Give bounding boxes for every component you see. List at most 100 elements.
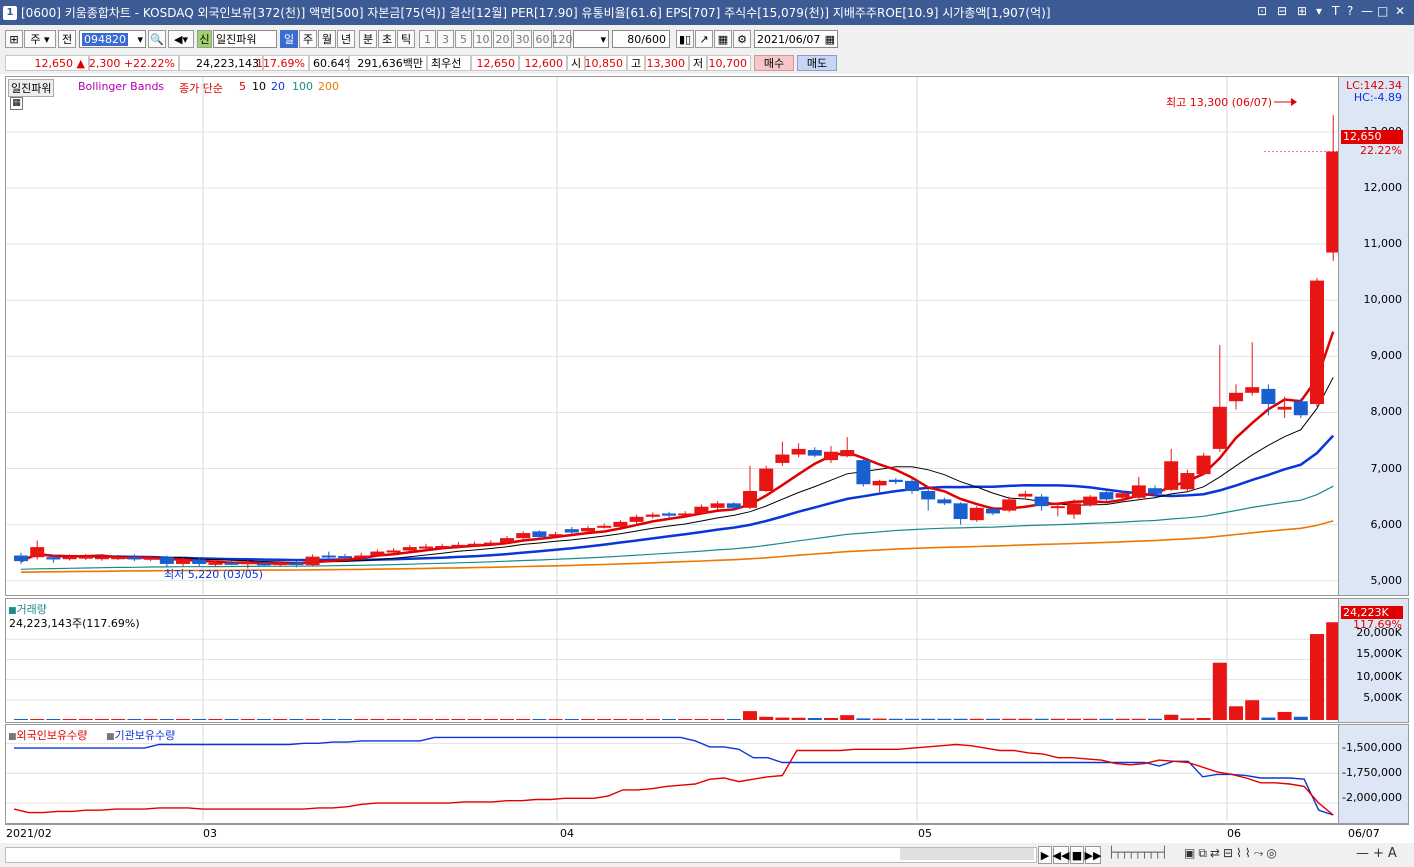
price-change: 2,300 +22.22% — [89, 55, 179, 71]
chart-tool-icon[interactable]: ↗ — [695, 30, 713, 48]
window-number-badge[interactable]: 1 — [3, 5, 17, 20]
volume-bar-23 — [386, 718, 401, 720]
interval-3-button[interactable]: 3 — [437, 30, 454, 48]
chart-tool-icons[interactable]: ▣⧉⇄⊟⌇⌇⤳◎ — [1184, 846, 1280, 861]
scroll-thumb[interactable] — [900, 848, 1034, 860]
volume-bar-10 — [176, 718, 190, 720]
stop-icon[interactable]: ■ — [1070, 846, 1084, 864]
volume-bar-16 — [273, 718, 288, 720]
interval-5-button[interactable]: 5 — [455, 30, 472, 48]
period-minute-button[interactable]: 분 — [359, 30, 377, 48]
foreign-holding-line — [13, 743, 1334, 816]
interval-select[interactable]: ▾ — [573, 30, 609, 48]
zoom-slider[interactable]: ├┬┬┬┬┬┬┬┤ — [1108, 846, 1178, 862]
inst-holding-legend[interactable]: ■기관보유수량 — [106, 727, 175, 743]
candle-body-29 — [483, 542, 498, 545]
legend-bollinger[interactable]: Bollinger Bands — [78, 80, 164, 93]
candle-body-77 — [1261, 388, 1276, 405]
legend-ma200[interactable]: 200 — [318, 80, 339, 93]
volume-bar-17 — [289, 718, 304, 720]
best-bid: 12,650 — [471, 55, 519, 71]
search-icon[interactable]: 🔍 — [148, 30, 166, 48]
foreign-holding-legend[interactable]: ■외국인보유수량 — [8, 727, 87, 743]
gear-icon[interactable]: ⚙ — [733, 30, 751, 48]
candle-body-14 — [240, 562, 255, 565]
period-month-button[interactable]: 월 — [318, 30, 336, 48]
interval-1-button[interactable]: 1 — [419, 30, 436, 48]
candle-body-38 — [629, 516, 644, 522]
close-icon[interactable]: ✕ — [1395, 4, 1405, 18]
period-second-button[interactable]: 초 — [378, 30, 396, 48]
buy-button[interactable]: 매수 — [754, 55, 794, 71]
legend-ma20[interactable]: 20 — [271, 80, 285, 93]
open-label: 시 — [567, 55, 585, 71]
volume-bar-12 — [208, 718, 223, 720]
volume-panel[interactable]: ■거래량 24,223,143주(117.69%) — [5, 598, 1339, 723]
help-icon[interactable]: ? — [1347, 4, 1353, 18]
high-label: 고 — [627, 55, 645, 71]
interval-20-button[interactable]: 20 — [493, 30, 512, 48]
candle-body-55 — [905, 480, 919, 491]
candle-body-13 — [224, 562, 239, 565]
price-panel[interactable]: 일진파워 Bollinger Bands 종가 단순 5 10 20 100 2… — [5, 76, 1339, 596]
zoom-icons[interactable]: —+A — [1356, 846, 1401, 861]
pin-icon[interactable]: ▾ — [1316, 4, 1322, 18]
price-axis[interactable]: LC:142.34 HC:-4.89 13,00012,00011,00010,… — [1339, 76, 1409, 596]
volume-bar-6 — [111, 718, 126, 720]
period-week-button[interactable]: 주 — [299, 30, 317, 48]
holding-panel[interactable]: ■외국인보유수량 ■기관보유수량 — [5, 724, 1339, 824]
volume-bar-49 — [807, 717, 822, 720]
volume-bar-31 — [516, 718, 531, 720]
grid-icon[interactable]: ▦ — [714, 30, 732, 48]
candle-body-10 — [176, 559, 190, 564]
minimize-icon[interactable]: — — [1361, 4, 1373, 18]
window-split-icon[interactable]: ⊟ — [1277, 4, 1287, 18]
speaker-icon[interactable]: ◀▾ — [168, 30, 194, 48]
legend-stock-name[interactable]: 일진파워 — [8, 79, 55, 97]
candle-body-0 — [14, 555, 28, 562]
interval-30-button[interactable]: 30 — [513, 30, 532, 48]
stock-name-field[interactable]: 일진파워 — [213, 30, 277, 48]
volume-bar-19 — [321, 718, 336, 720]
maximize-icon[interactable]: □ — [1377, 4, 1388, 18]
volume-bar-39 — [645, 718, 660, 720]
volume-bar-4 — [78, 718, 93, 720]
period-day-button[interactable]: 일 — [280, 30, 298, 48]
market-select[interactable]: 주 ▾ — [24, 30, 56, 48]
scroll-first-icon[interactable]: ◀◀ — [1053, 846, 1069, 864]
volume-bar-46 — [759, 716, 774, 720]
layout-icon[interactable]: ⊞ — [5, 30, 23, 48]
count-field[interactable]: 80/600 — [612, 30, 670, 48]
volume-bar-79 — [1293, 716, 1308, 720]
candle-type-icon[interactable]: ▮▯ — [676, 30, 694, 48]
period-tick-button[interactable]: 틱 — [397, 30, 415, 48]
screen-icon[interactable]: ⊡ — [1257, 4, 1267, 18]
prev-button[interactable]: 전 — [58, 30, 76, 48]
legend-ma10[interactable]: 10 — [252, 80, 266, 93]
horizontal-scrollbar[interactable] — [5, 847, 1037, 863]
font-icon[interactable]: T — [1332, 4, 1339, 18]
legend-ma5[interactable]: 5 — [239, 80, 246, 93]
interval-10-button[interactable]: 10 — [473, 30, 492, 48]
stock-code-input[interactable]: 094820 ▾ — [79, 30, 146, 48]
legend-ma-label[interactable]: 종가 단순 — [179, 80, 223, 96]
volume-bar-2 — [46, 718, 61, 720]
scroll-last-icon[interactable]: ▶▶ — [1085, 846, 1101, 864]
candle-body-56 — [921, 491, 936, 500]
interval-120-button[interactable]: 120 — [552, 30, 573, 48]
holding-axis[interactable]: -1,500,000 -1,750,000 -2,000,000 — [1339, 724, 1409, 824]
legend-ma100[interactable]: 100 — [292, 80, 313, 93]
volume-value: 24,223,143 — [179, 55, 263, 71]
scroll-right-icon[interactable]: ▶ — [1038, 846, 1052, 864]
shin-badge[interactable]: 신 — [197, 30, 212, 48]
table-icon[interactable]: ▦ — [10, 97, 23, 110]
volume-axis[interactable]: 24,223K 117.69% 20,000K 15,000K 10,000K … — [1339, 598, 1409, 723]
candle-body-64 — [1050, 506, 1065, 509]
window-tile-icon[interactable]: ⊞ — [1297, 4, 1307, 18]
period-year-button[interactable]: 년 — [337, 30, 355, 48]
sell-button[interactable]: 매도 — [797, 55, 837, 71]
candle-body-36 — [597, 525, 612, 528]
date-field[interactable]: 2021/06/07 ▦ — [754, 30, 838, 48]
volume-bar-58 — [953, 718, 968, 720]
interval-60-button[interactable]: 60 — [533, 30, 552, 48]
